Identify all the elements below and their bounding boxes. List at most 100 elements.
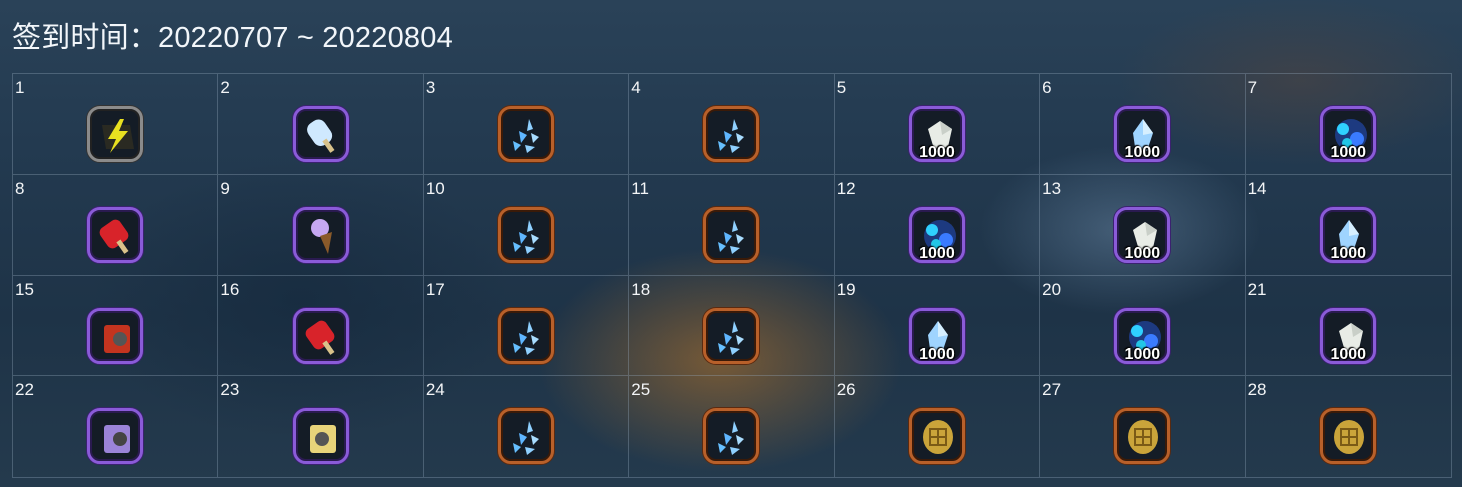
day-number: 2: [220, 78, 230, 97]
white-crystal-icon[interactable]: 1000: [908, 106, 965, 162]
day-cell[interactable]: 26: [835, 376, 1041, 477]
day-cell[interactable]: 11: [629, 174, 835, 276]
reward-quantity: 1000: [1330, 144, 1367, 161]
crystal-shards-icon-art: [718, 320, 745, 355]
day-cell[interactable]: 28: [1246, 376, 1451, 477]
blue-ore-icon[interactable]: 1000: [1320, 106, 1377, 162]
reward-quantity: 1000: [919, 244, 955, 262]
crystal-shards-icon-art: [718, 421, 745, 456]
day-number: 27: [1042, 380, 1062, 400]
blue-crystal-icon[interactable]: 1000: [1114, 106, 1171, 162]
day-cell[interactable]: 14 1000: [1245, 175, 1451, 276]
day-cell[interactable]: 22: [13, 376, 219, 477]
day-number: 12: [836, 178, 856, 198]
day-cell[interactable]: 27: [1040, 376, 1246, 477]
day-cell[interactable]: 18: [629, 275, 835, 377]
day-cell[interactable]: 6 1000: [1040, 74, 1246, 175]
reward-quantity: 1000: [919, 345, 955, 363]
day-cell[interactable]: 12 1000: [834, 174, 1041, 276]
day-number: 17: [425, 279, 445, 299]
blue-ore-icon[interactable]: 1000: [1114, 307, 1171, 364]
day-cell[interactable]: 16: [218, 275, 424, 377]
watermelon-popsicle-icon-art: [305, 320, 335, 355]
day-cell[interactable]: 1: [13, 74, 219, 175]
day-number: 23: [220, 380, 240, 400]
day-number: 6: [1042, 78, 1052, 97]
watermelon-popsicle-icon[interactable]: [87, 206, 144, 263]
purple-bag-icon[interactable]: [87, 408, 144, 465]
day-cell[interactable]: 13 1000: [1040, 174, 1246, 276]
watermelon-popsicle-icon[interactable]: [292, 307, 349, 364]
day-cell[interactable]: 8: [13, 174, 219, 276]
crystal-shards-icon-art: [718, 119, 745, 153]
gold-coin-icon[interactable]: [1320, 408, 1377, 465]
crystal-shards-icon[interactable]: [703, 408, 760, 465]
reward-quantity: 1000: [1124, 244, 1161, 262]
crystal-shards-icon[interactable]: [703, 206, 760, 263]
day-number: 10: [425, 178, 445, 198]
crystal-shards-icon[interactable]: [498, 206, 555, 263]
crystal-shards-icon-art: [513, 219, 540, 254]
page-title: 签到时间：20220707 ~ 20220804: [12, 22, 453, 54]
day-number: 8: [15, 178, 25, 198]
purple-bag-icon-art: [104, 425, 131, 454]
day-number: 11: [631, 178, 649, 198]
day-cell[interactable]: 19 1000: [834, 275, 1041, 377]
day-cell[interactable]: 5 1000: [834, 74, 1041, 175]
day-cell[interactable]: 9: [218, 174, 424, 276]
day-cell[interactable]: 4: [629, 74, 835, 175]
day-cell[interactable]: 21 1000: [1245, 276, 1451, 377]
ice-cream-cone-icon[interactable]: [292, 206, 349, 263]
day-cell[interactable]: 23: [218, 376, 424, 477]
crystal-shards-icon[interactable]: [498, 106, 555, 162]
gold-coin-icon[interactable]: [908, 408, 965, 465]
crystal-shards-icon-art: [513, 320, 540, 355]
day-number: 18: [631, 279, 651, 299]
crystal-shards-icon-art: [513, 421, 540, 456]
day-number: 14: [1247, 178, 1267, 198]
day-number: 15: [15, 279, 34, 299]
day-cell[interactable]: 7 1000: [1245, 74, 1451, 175]
reward-quantity: 1000: [1330, 244, 1367, 262]
blue-crystal-icon[interactable]: 1000: [908, 307, 965, 364]
day-number: 13: [1042, 178, 1062, 198]
lightning-icon-art: [102, 119, 135, 153]
lightning-icon[interactable]: [87, 106, 144, 162]
gold-coin-icon-art: [922, 420, 953, 455]
white-crystal-icon[interactable]: 1000: [1114, 206, 1171, 263]
day-number: 7: [1247, 78, 1258, 97]
gold-coin-icon-art: [1128, 420, 1159, 455]
gold-bag-icon[interactable]: [292, 408, 349, 465]
day-cell[interactable]: 20 1000: [1040, 275, 1246, 377]
reward-quantity: 1000: [1124, 345, 1161, 363]
blue-ore-icon[interactable]: 1000: [908, 206, 965, 263]
crystal-shards-icon[interactable]: [498, 307, 555, 364]
red-bag-icon[interactable]: [87, 307, 144, 364]
day-cell[interactable]: 25: [629, 376, 835, 477]
crystal-shards-icon[interactable]: [498, 408, 555, 465]
white-crystal-icon[interactable]: 1000: [1320, 307, 1377, 364]
ice-cream-cone-icon-art: [310, 218, 332, 254]
gold-coin-icon[interactable]: [1114, 408, 1171, 465]
blue-crystal-icon[interactable]: 1000: [1320, 206, 1377, 263]
reward-quantity: 1000: [919, 144, 955, 161]
red-bag-icon-art: [104, 324, 131, 353]
day-cell[interactable]: 3: [423, 74, 630, 175]
crystal-shards-icon[interactable]: [703, 307, 760, 364]
check-in-calendar: 1 2 3 4 5 1000 6 1000 7 1000 8 9 10 11 12 1000 13 1000 14 1…: [12, 73, 1452, 478]
day-cell[interactable]: 2: [218, 74, 424, 175]
day-number: 25: [631, 380, 651, 400]
crystal-shards-icon-art: [513, 119, 540, 153]
day-number: 5: [836, 78, 847, 97]
day-cell[interactable]: 10: [423, 174, 630, 276]
day-number: 1: [15, 78, 25, 97]
crystal-shards-icon[interactable]: [703, 106, 760, 162]
day-number: 24: [425, 380, 445, 400]
reward-quantity: 1000: [1330, 345, 1367, 363]
day-cell[interactable]: 24: [424, 376, 630, 477]
popsicle-icon[interactable]: [292, 106, 349, 162]
popsicle-icon-art: [306, 119, 335, 153]
day-number: 26: [836, 380, 856, 400]
day-cell[interactable]: 17: [423, 275, 630, 377]
day-cell[interactable]: 15: [13, 275, 219, 377]
